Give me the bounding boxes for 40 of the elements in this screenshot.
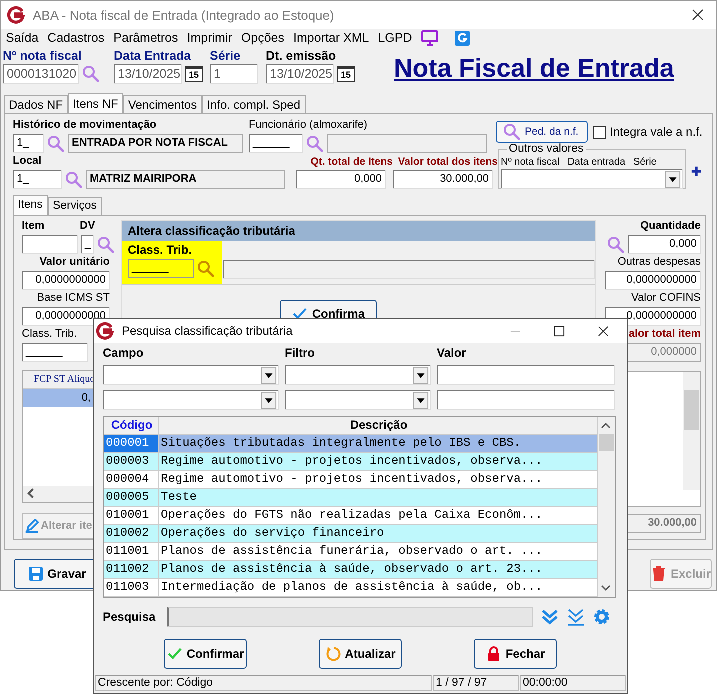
table-cell: 011003	[104, 579, 159, 597]
field-label: DV	[80, 220, 96, 233]
field-label: Local	[13, 155, 43, 168]
field-label: Funcionário (almoxarife)	[249, 119, 369, 132]
field-label: Base ICMS ST	[36, 292, 110, 305]
field-label: Campo	[103, 347, 145, 360]
field-label: Quantidade	[639, 220, 701, 233]
name-field: MATRIZ MAIRIPORA	[86, 170, 285, 189]
window-title: ABA - Nota fiscal de Entrada (Integrado ao Estoque)	[33, 8, 336, 22]
field-label: Valor COFINS	[630, 292, 701, 305]
column-label: Data entrada	[568, 157, 626, 168]
field-label: Outras despesas	[616, 256, 701, 269]
field-label: Class. Trib.	[128, 244, 194, 257]
panel-title: Altera classificação tributária	[122, 221, 596, 241]
field-label: Valor unitário	[38, 256, 110, 269]
field-label: Histórico de movimentação	[13, 119, 158, 132]
field-label: Série	[210, 49, 242, 64]
page-heading: Nota Fiscal de Entrada	[394, 53, 674, 84]
total-field: 0,000	[296, 170, 386, 189]
table-cell: Situações tributadas integralmente pelo IBS e CBS.	[159, 435, 598, 453]
field-label: Data Entrada	[114, 49, 192, 64]
field-label: Valor total dos itens	[397, 156, 498, 169]
field-label: Nº nota fiscal	[3, 49, 83, 64]
field-label: Pesquisa	[103, 610, 157, 624]
status-text: 00:00:00	[520, 675, 626, 691]
column-label: Série	[634, 157, 657, 168]
field-label: Qt. total de Itens	[310, 156, 393, 169]
field-label: alor total item	[628, 328, 701, 341]
table-cell: 000001	[104, 435, 159, 453]
status-text: 1 / 97 / 97	[433, 675, 519, 691]
field-label: Filtro	[285, 347, 316, 360]
total-field: 30.000,00	[393, 170, 493, 189]
field-label: Dt. emissão	[266, 49, 338, 64]
status-text: Crescente por: Código	[95, 675, 432, 691]
field-label: Item	[22, 220, 46, 233]
field-label: Valor	[437, 347, 466, 360]
field-label: Class. Trib.	[22, 328, 78, 341]
column-label: Nº nota fiscal	[501, 157, 560, 168]
name-field: ENTRADA POR NOTA FISCAL	[68, 134, 243, 153]
table-cell: Intermediação de planos de assistência à saúde, ob...	[159, 579, 598, 597]
